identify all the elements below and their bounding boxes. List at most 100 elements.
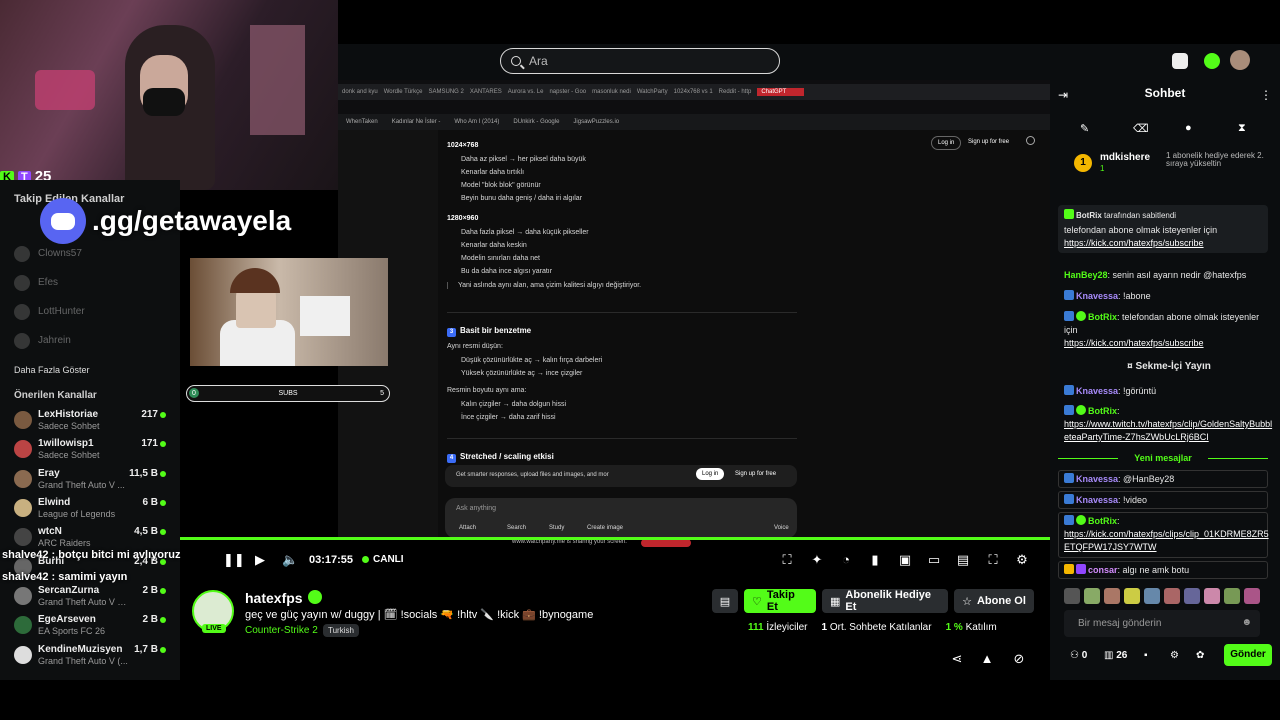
chat-user[interactable]: Knavessa <box>1076 495 1118 505</box>
stream-uptime: 03:17:55 <box>309 554 354 566</box>
volume-icon[interactable]: 🔈 <box>282 553 298 567</box>
recommended-channels-header: Önerilen Kanallar <box>14 390 97 401</box>
search-placeholder: Ara <box>529 54 548 68</box>
chat-user[interactable]: Knavessa <box>1076 474 1118 484</box>
store-display[interactable]: ▥ 26 <box>1104 650 1127 661</box>
emote[interactable] <box>1204 588 1220 604</box>
channel-name: wtcN <box>38 526 62 537</box>
participation-label: Katılım <box>965 622 997 633</box>
live-dot-icon <box>160 500 166 506</box>
webcam-mask <box>143 88 185 116</box>
avatar <box>14 246 30 262</box>
emote[interactable] <box>1224 588 1240 604</box>
emote[interactable] <box>1244 588 1260 604</box>
trash-icon[interactable]: ⌫ <box>1133 122 1149 135</box>
chat-user[interactable]: Knavessa <box>1076 291 1118 301</box>
streamer-name[interactable]: hatexfps <box>245 590 303 606</box>
emote[interactable] <box>1184 588 1200 604</box>
pinned-label: tarafından sabitlendi <box>1104 211 1177 220</box>
chat-link[interactable]: https://kick.com/hatexfps/subscribe <box>1064 338 1204 348</box>
chat-user[interactable]: HanBey28 <box>1064 270 1108 280</box>
settings-gear-icon[interactable]: ⚙ <box>1015 553 1029 567</box>
webcam-neon-sign <box>35 70 95 110</box>
section-heading-4: 4 Stretched / scaling etkisi <box>447 452 554 463</box>
chat-bubble-icon[interactable]: ● <box>1185 122 1192 134</box>
chatter-count: 1 <box>821 622 828 633</box>
emote[interactable] <box>1164 588 1180 604</box>
show-more-link[interactable]: Daha Fazla Göster <box>14 365 90 375</box>
follow-button[interactable]: ♡ Takip Et <box>744 589 816 613</box>
report-button[interactable]: ▤ <box>712 589 738 613</box>
chat-message: BotRix: telefondan abone olmak isteyenle… <box>1064 311 1260 348</box>
stream-category[interactable]: Counter-Strike 2 <box>245 625 318 636</box>
send-button[interactable]: Gönder <box>1224 644 1272 666</box>
chat-settings-icon[interactable]: ⚙ <box>1170 650 1179 661</box>
link[interactable]: https://kick.com/hatexfps/subscribe <box>1064 238 1204 248</box>
gift-sub-button[interactable]: ▦ Abonelik Hediye Et <box>822 589 948 613</box>
video-progress-bar[interactable] <box>180 537 1050 540</box>
sekme-ici-yayin[interactable]: ¤ Sekme-İçi Yayın <box>1064 360 1274 373</box>
emote[interactable] <box>1104 588 1120 604</box>
chat-text: !görüntü <box>1123 386 1157 396</box>
verified-badge-icon <box>1076 405 1086 415</box>
emote[interactable] <box>1084 588 1100 604</box>
recommended-channel[interactable]: Elwind League of Legends 6 B <box>14 497 174 525</box>
theater-mode-icon[interactable]: ▭ <box>927 553 941 567</box>
emoji-icon[interactable]: ☻ <box>1241 617 1252 628</box>
sparkle-icon[interactable]: ✦ <box>810 553 824 567</box>
overlay-chat-line: shalve42 : botçu bitci mi avlıyoruz <box>2 549 181 561</box>
pin-icon[interactable]: ✎ <box>1080 122 1089 135</box>
chat-icon[interactable]: ▪ <box>1144 650 1148 661</box>
bookmark: DUnkirk - Google <box>513 119 560 125</box>
emote[interactable] <box>1124 588 1140 604</box>
search-input[interactable]: Ara <box>500 48 780 74</box>
pip-icon[interactable]: ▣ <box>898 553 912 567</box>
chat-message: Knavessa: @HanBey28 <box>1064 473 1274 486</box>
theater-icon[interactable] <box>1172 53 1188 69</box>
emote[interactable] <box>1064 588 1080 604</box>
recommended-channel[interactable]: 1willowisp1 Sadece Sohbet 171 <box>14 438 174 466</box>
pinned-link[interactable]: https://kick.com/hatexfps/subscribe <box>1064 237 1274 250</box>
followed-channel[interactable]: Efes <box>14 275 174 295</box>
emote-icon[interactable]: ✿ <box>1196 650 1204 661</box>
followed-channel[interactable]: Jahrein <box>14 333 174 353</box>
chat-user[interactable]: Knavessa <box>1076 386 1118 396</box>
chat-input[interactable]: Bir mesaj gönderin ☻ <box>1064 610 1260 637</box>
chat-user[interactable]: consar <box>1088 565 1118 575</box>
chat-user[interactable]: BotRix <box>1088 406 1117 416</box>
subscribe-button[interactable]: ☆ Abone Ol <box>954 589 1034 613</box>
browser-tab: XANTARES <box>469 89 502 95</box>
chat-user[interactable]: BotRix <box>1088 312 1117 322</box>
chat-menu-icon[interactable]: ⋮ <box>1260 88 1272 102</box>
pause-icon[interactable]: ❚❚ <box>223 553 245 567</box>
chat-user[interactable]: BotRix <box>1088 516 1117 526</box>
list-item: Daha az piksel → her piksel daha büyük <box>461 156 586 163</box>
gift-leaderboard: 1 mdkishere 1 1 abonelik hediye ederek 2… <box>1070 150 1280 180</box>
points-display[interactable]: ⚇ 0 <box>1070 650 1087 661</box>
warning-icon[interactable]: ▲ <box>980 652 994 666</box>
next-icon[interactable]: ▶ <box>253 553 267 567</box>
res1-heading: 1024×768 <box>447 142 479 149</box>
recommended-channel[interactable]: SercanZurna Grand Theft Auto V (G... 2 B <box>14 585 174 613</box>
captions-icon[interactable]: ▤ <box>956 553 970 567</box>
followed-channel[interactable]: Clowns57 <box>14 246 174 266</box>
recommended-channel[interactable]: LexHistoriae Sadece Sohbet 217 <box>14 409 174 437</box>
user-avatar[interactable] <box>1230 50 1250 70</box>
stats-icon[interactable]: ▮ <box>868 553 882 567</box>
hourglass-icon[interactable]: ⧗ <box>1238 122 1246 135</box>
recommended-channel[interactable]: KendineMuzisyen Grand Theft Auto V (... 1,… <box>14 644 174 672</box>
followed-channel[interactable]: LottHunter <box>14 304 174 324</box>
emote[interactable] <box>1144 588 1160 604</box>
speed-icon[interactable]: ◔ <box>839 553 853 567</box>
chat-link[interactable]: https://kick.com/hatexfps/clips/clip_01K… <box>1064 529 1269 552</box>
chat-link[interactable]: https://www.twitch.tv/hatexfps/clip/Gold… <box>1064 419 1272 442</box>
mute-icon[interactable]: ⊘ <box>1012 652 1026 666</box>
share-icon[interactable]: ⋖ <box>950 652 964 666</box>
clip-icon[interactable]: ⛶ <box>780 553 794 567</box>
recommended-channel[interactable]: Eray Grand Theft Auto V ... 11,5 B <box>14 468 174 496</box>
fullscreen-icon[interactable]: ⛶ <box>986 553 1000 567</box>
recommended-channel[interactable]: EgeArseven EA Sports FC 26 2 B <box>14 614 174 642</box>
language-tag[interactable]: Turkish <box>323 624 359 637</box>
gpt-signup-button: Sign up for free <box>735 471 777 477</box>
kick-points-icon[interactable] <box>1204 53 1220 69</box>
